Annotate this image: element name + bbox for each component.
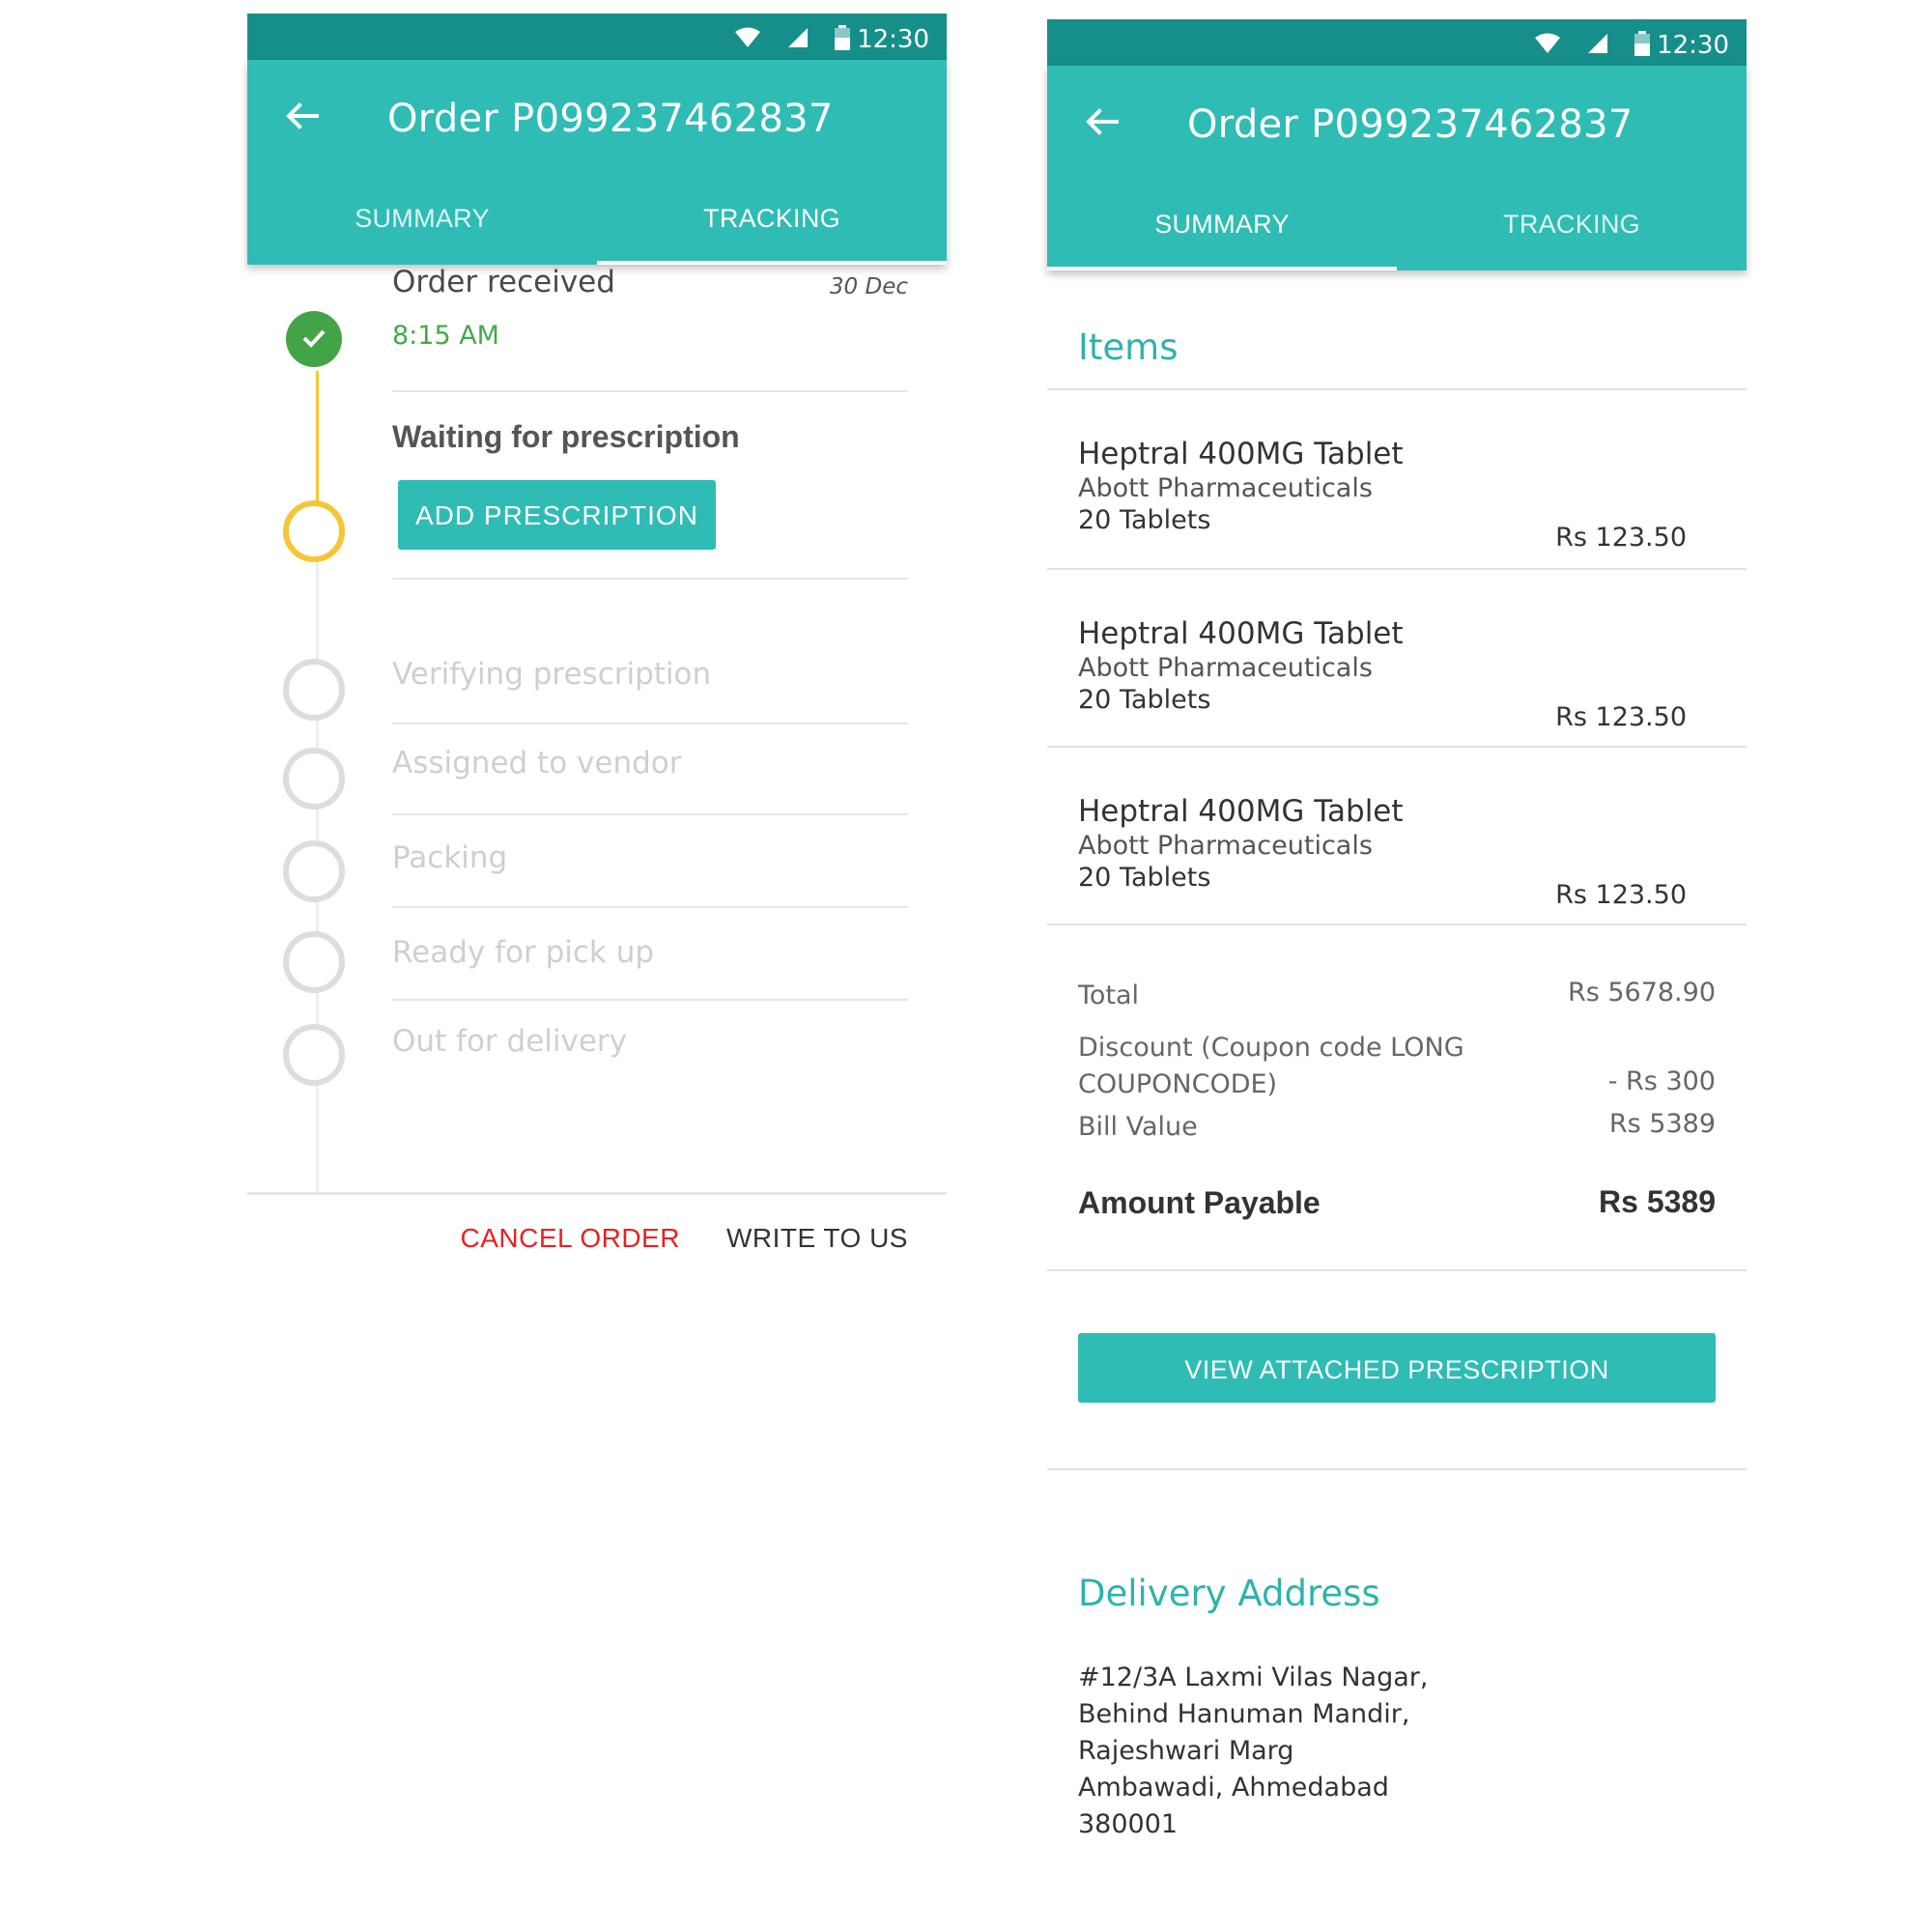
- divider: [1047, 388, 1747, 390]
- item-price: Rs 123.50: [1555, 523, 1687, 553]
- step-pending-node: [283, 659, 345, 721]
- tab-tracking[interactable]: TRACKING: [597, 176, 947, 265]
- order-title: Order P099237462837: [387, 97, 834, 141]
- list-item: Heptral 400MG Tablet Abott Pharmaceutica…: [1078, 437, 1716, 554]
- battery-icon: [835, 25, 850, 50]
- add-prescription-button[interactable]: ADD PRESCRIPTION: [398, 480, 716, 550]
- write-to-us-button[interactable]: WRITE TO US: [726, 1223, 908, 1254]
- step-time: 8:15 AM: [392, 321, 499, 351]
- step-title: Waiting for prescription: [392, 419, 740, 454]
- step-title: Ready for pick up: [392, 935, 655, 970]
- address-line: Rajeshwari Marg: [1078, 1736, 1294, 1766]
- cell-signal-icon: [788, 28, 808, 47]
- status-bar: 12:30: [1047, 19, 1747, 66]
- cancel-order-button[interactable]: CANCEL ORDER: [461, 1223, 680, 1254]
- item-name: Heptral 400MG Tablet: [1078, 437, 1404, 471]
- item-manufacturer: Abott Pharmaceuticals: [1078, 473, 1373, 503]
- tab-tracking[interactable]: TRACKING: [1397, 182, 1747, 270]
- back-arrow-icon[interactable]: [282, 97, 321, 135]
- items-heading: Items: [1078, 327, 1179, 368]
- tab-summary[interactable]: SUMMARY: [1047, 182, 1397, 270]
- amount-payable-value: Rs 5389: [1599, 1184, 1716, 1219]
- step-assigned-vendor: Assigned to vendor: [392, 724, 908, 815]
- wifi-icon: [735, 27, 760, 47]
- step-packing: Packing: [392, 815, 908, 908]
- bill-discount-value: - Rs 300: [1607, 1066, 1716, 1096]
- status-time: 12:30: [1657, 31, 1729, 60]
- bill-value-amount: Rs 5389: [1608, 1109, 1716, 1139]
- step-title: Verifying prescription: [392, 657, 712, 692]
- step-title: Assigned to vendor: [392, 746, 682, 781]
- bill-discount-label: Discount (Coupon code LONG COUPONCODE): [1078, 1033, 1464, 1099]
- tracking-timeline: Order received 8:15 AM 30 Dec Waiting fo…: [247, 265, 947, 1197]
- app-bar: Order P099237462837 SUMMARY TRACKING: [1047, 66, 1747, 270]
- step-pending-node: [283, 931, 345, 993]
- step-date: 30 Dec: [829, 274, 908, 299]
- divider: [1047, 568, 1747, 570]
- check-icon: [302, 329, 326, 348]
- divider: [1047, 1468, 1747, 1470]
- order-actions: CANCEL ORDER WRITE TO US: [461, 1223, 909, 1254]
- view-attached-prescription-button[interactable]: VIEW ATTACHED PRESCRIPTION: [1078, 1333, 1716, 1403]
- tab-bar: SUMMARY TRACKING: [247, 176, 947, 265]
- cell-signal-icon: [1588, 34, 1607, 53]
- app-bar: Order P099237462837 SUMMARY TRACKING: [247, 60, 947, 265]
- delivery-address-heading: Delivery Address: [1078, 1573, 1380, 1614]
- step-order-received: Order received 8:15 AM 30 Dec: [392, 265, 908, 392]
- address-line: #12/3A Laxmi Vilas Nagar,: [1078, 1662, 1429, 1692]
- step-pending-node: [283, 840, 345, 902]
- list-item: Heptral 400MG Tablet Abott Pharmaceutica…: [1078, 794, 1716, 912]
- timeline-connector-active: [316, 371, 319, 516]
- tab-bar: SUMMARY TRACKING: [1047, 182, 1747, 270]
- item-name: Heptral 400MG Tablet: [1078, 794, 1404, 829]
- divider: [1047, 923, 1747, 925]
- bill-value-label: Bill Value: [1078, 1112, 1198, 1142]
- step-waiting-prescription: Waiting for prescription ADD PRESCRIPTIO…: [392, 419, 908, 580]
- step-title: Out for delivery: [392, 1024, 628, 1059]
- amount-payable: Amount Payable Rs 5389: [1078, 1184, 1716, 1221]
- summary-screen: 12:30 Order P099237462837 SUMMARY TRACKI…: [1047, 19, 1747, 1913]
- bill-total: Total Rs 5678.90: [1078, 978, 1716, 1014]
- order-title: Order P099237462837: [1187, 102, 1634, 147]
- status-time: 12:30: [857, 25, 929, 54]
- battery-icon: [1634, 31, 1650, 56]
- item-manufacturer: Abott Pharmaceuticals: [1078, 653, 1373, 683]
- wifi-icon: [1535, 33, 1560, 53]
- list-item: Heptral 400MG Tablet Abott Pharmaceutica…: [1078, 616, 1716, 734]
- step-pending-node: [283, 1024, 345, 1086]
- step-verifying-prescription: Verifying prescription: [392, 632, 908, 724]
- bill-value: Bill Value Rs 5389: [1078, 1109, 1716, 1146]
- step-done-node: [286, 311, 342, 367]
- tracking-screen: 12:30 Order P099237462837 SUMMARY TRACKI…: [247, 14, 947, 1260]
- bill-total-value: Rs 5678.90: [1567, 978, 1716, 1008]
- bill-discount: Discount (Coupon code LONG COUPONCODE) -…: [1078, 1030, 1716, 1103]
- divider: [1047, 1269, 1747, 1271]
- delivery-address: #12/3A Laxmi Vilas Nagar, Behind Hanuman…: [1078, 1660, 1428, 1843]
- status-bar: 12:30: [247, 14, 947, 60]
- amount-payable-label: Amount Payable: [1078, 1185, 1321, 1220]
- step-current-node: [283, 500, 345, 562]
- item-price: Rs 123.50: [1555, 702, 1687, 732]
- footer-divider: [247, 1192, 947, 1195]
- item-manufacturer: Abott Pharmaceuticals: [1078, 831, 1373, 861]
- step-title: Packing: [392, 840, 508, 875]
- bill-total-label: Total: [1078, 980, 1140, 1010]
- item-price: Rs 123.50: [1555, 880, 1687, 910]
- address-line: Behind Hanuman Mandir,: [1078, 1699, 1410, 1729]
- tab-summary[interactable]: SUMMARY: [247, 176, 597, 265]
- back-arrow-icon[interactable]: [1082, 102, 1121, 141]
- item-name: Heptral 400MG Tablet: [1078, 616, 1404, 651]
- step-pending-node: [283, 748, 345, 810]
- step-ready-pickup: Ready for pick up: [392, 908, 908, 1001]
- divider: [1047, 746, 1747, 748]
- address-line: 380001: [1078, 1809, 1179, 1839]
- step-out-for-delivery: Out for delivery: [392, 1024, 627, 1059]
- address-line: Ambawadi, Ahmedabad: [1078, 1773, 1389, 1803]
